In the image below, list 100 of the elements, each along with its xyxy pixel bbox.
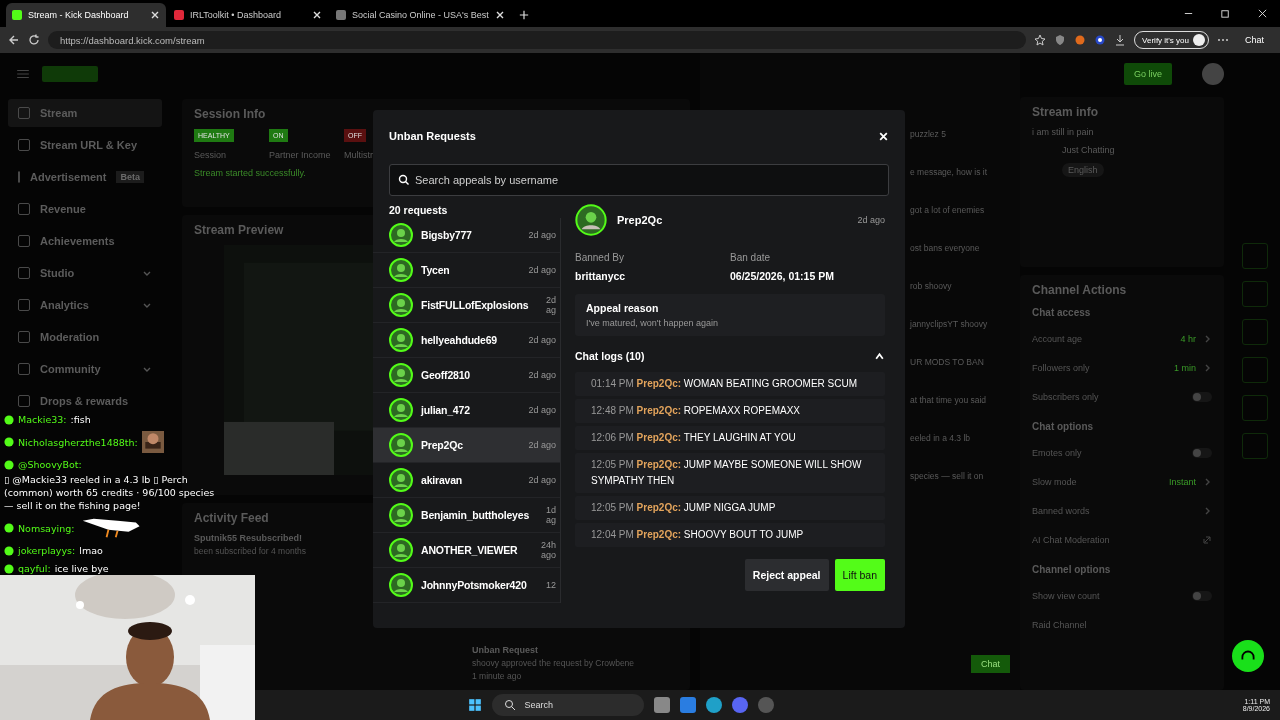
request-item[interactable]: Geoff2810 2d ago	[373, 358, 560, 393]
avatar	[389, 503, 413, 527]
chat-message: species — sell it on	[910, 471, 984, 481]
toggle[interactable]	[1192, 447, 1212, 458]
field-label: Ban date	[730, 252, 772, 263]
app-icon[interactable]	[654, 697, 671, 713]
chat-button[interactable]: Chat	[1237, 33, 1272, 47]
search-field[interactable]: Search	[492, 694, 645, 716]
search-icon	[398, 174, 410, 186]
beta-badge: Beta	[116, 171, 144, 183]
status-label: Partner Income	[269, 150, 331, 160]
feed-detail: been subscribed for 4 months	[194, 546, 306, 556]
browser-tab[interactable]: Stream - Kick Dashboard	[6, 3, 166, 27]
toggle[interactable]	[1192, 391, 1212, 402]
chat-message: got a lot of enemies	[910, 205, 985, 215]
chat-message: e message, how is it	[910, 167, 987, 177]
nav-label: Achievements	[40, 235, 115, 247]
avatar[interactable]	[1202, 63, 1224, 85]
chat-log-entry: 12:05 PM Prep2Qc: JUMP NIGGA JUMP	[575, 496, 885, 520]
reload-icon[interactable]	[28, 34, 40, 46]
nav-label: Revenue	[40, 203, 86, 215]
section-heading: Chat access	[1032, 307, 1091, 318]
shield-icon[interactable]	[1054, 34, 1067, 46]
request-item[interactable]: JohnnyPotsmoker420 12	[373, 568, 560, 603]
lift-ban-button[interactable]: Lift ban	[834, 559, 885, 591]
star-icon[interactable]	[1034, 34, 1047, 46]
request-time: 2d ago	[857, 215, 885, 225]
request-item[interactable]: hellyeahdude69 2d ago	[373, 323, 560, 358]
chat-username: qayful:	[18, 562, 51, 575]
nav-label: Advertisement	[30, 171, 107, 183]
setting-label: Raid Channel	[1032, 619, 1087, 630]
avatar	[575, 204, 607, 236]
toggle[interactable]	[1192, 590, 1212, 601]
setting-label: Followers only	[1032, 362, 1090, 373]
chevron-icon[interactable]	[874, 350, 885, 362]
download-icon[interactable]	[1114, 34, 1127, 46]
request-item[interactable]: FistFULLofExplosions 2d ag	[373, 288, 560, 323]
request-item[interactable]: Benjamin_buttholeyes 1d ag	[373, 498, 560, 533]
badge-icon	[4, 414, 14, 425]
verify-label: Verify it's you	[1142, 35, 1189, 45]
request-item[interactable]: Tycen 2d ago	[373, 253, 560, 288]
panel-title: Stream Preview	[194, 223, 284, 237]
avatar	[389, 223, 413, 247]
setting-value[interactable]: 1 min	[1174, 362, 1196, 373]
badge-icon	[4, 545, 14, 556]
request-item[interactable]: akiravan 2d ago	[373, 463, 560, 498]
close-icon[interactable]	[150, 10, 160, 20]
reason-title: Appeal reason	[586, 302, 660, 314]
avatar	[389, 468, 413, 492]
request-item[interactable]: ANOTHER_VIEWER 24h ago	[373, 533, 560, 568]
support-button[interactable]	[1232, 640, 1264, 672]
extension-icon[interactable]	[1094, 34, 1107, 46]
chat-message: :fish	[70, 413, 91, 426]
app-icon[interactable]	[732, 697, 749, 713]
setting-value[interactable]: Instant	[1168, 476, 1196, 487]
category: Just Chatting	[1062, 145, 1115, 155]
avatar	[389, 433, 413, 457]
nav-label: Drops & rewards	[40, 395, 129, 407]
reject-button[interactable]: Reject appeal	[744, 559, 829, 591]
browser-tab[interactable]: IRLToolkit • Dashboard	[168, 3, 328, 27]
nav-label: Moderation	[40, 331, 100, 343]
request-item[interactable]: Bigsby777 2d ago	[373, 218, 560, 253]
address-field[interactable]: https://dashboard.kick.com/stream	[48, 31, 1027, 49]
go-live-button[interactable]: Go live	[1124, 63, 1172, 85]
chat-message: ▯ @Mackie33 reeled in a 4.3 lb ▯ Perch (common) worth 65 credits · 96/100 species — sell it on the fishing page!	[4, 473, 216, 512]
close-icon[interactable]	[1257, 8, 1268, 19]
browser-tab[interactable]: Social Casino Online - USA's Best	[330, 3, 511, 27]
back-icon[interactable]	[8, 34, 20, 46]
avatar	[389, 538, 413, 562]
tab-icon	[12, 10, 22, 20]
request-item[interactable]: Prep2Qc 2d ago	[373, 428, 560, 463]
panel-title: Activity Feed	[194, 511, 269, 525]
new-tab-icon[interactable]	[518, 10, 529, 20]
setting-label: Show view count	[1032, 590, 1100, 601]
avatar	[389, 573, 413, 597]
setting-value[interactable]: 4 hr	[1180, 333, 1196, 344]
menu-icon[interactable]	[16, 67, 30, 81]
panel-title: Session Info	[194, 107, 266, 121]
feed-detail: shoovy approved the request by Crowbene	[472, 658, 635, 668]
app-icon[interactable]	[758, 697, 775, 713]
search-field[interactable]: Search appeals by username	[389, 164, 889, 196]
feed-time: 1 minute ago	[472, 671, 522, 681]
app-icon[interactable]	[680, 697, 697, 713]
reason-text: I've matured, won't happen again	[586, 318, 720, 328]
external-link-icon[interactable]	[1202, 534, 1212, 545]
close-icon[interactable]	[312, 10, 322, 20]
nav-label: Stream URL & Key	[40, 139, 137, 151]
tab-icon	[336, 10, 346, 20]
start-icon[interactable]	[468, 698, 483, 712]
feed-title: Sputnik55 Resubscribed!	[194, 533, 303, 543]
chat-message: rob shoovy	[910, 281, 952, 291]
setting-label: AI Chat Moderation	[1032, 534, 1110, 545]
send-button[interactable]: Chat	[971, 655, 1010, 673]
status-label: Multistr	[344, 150, 373, 160]
chat-message: jannyclipsYT shoovy	[910, 319, 988, 329]
chat-message: puzzlez 5	[910, 129, 946, 139]
chat-message: ost bans everyone	[910, 243, 980, 253]
restore-icon[interactable]	[1220, 8, 1231, 19]
close-icon[interactable]	[494, 10, 505, 20]
badge-icon	[4, 523, 14, 533]
